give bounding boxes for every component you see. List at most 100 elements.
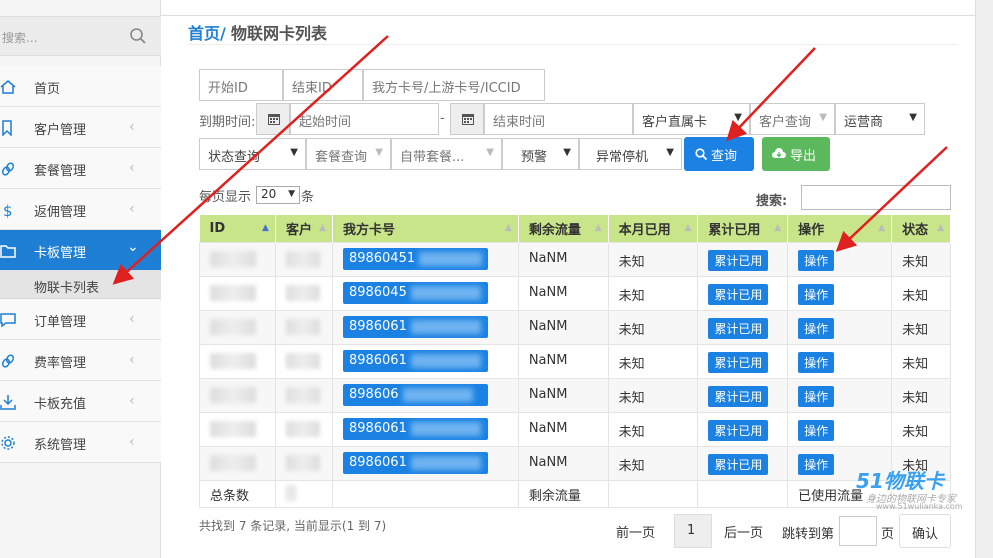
cell-total-used: 累计已用: [697, 275, 789, 311]
status-query-select[interactable]: 状态查询 ▼: [199, 138, 306, 170]
end-date-calendar[interactable]: [450, 103, 484, 135]
cell-action: 操作: [787, 275, 893, 311]
column-header-customer[interactable]: 客户 ▲: [275, 215, 333, 242]
total-used-button[interactable]: 累计已用: [708, 419, 769, 441]
end-time-input[interactable]: 结束时间: [484, 103, 633, 135]
blurred-value: [210, 420, 256, 437]
start-date-calendar[interactable]: [256, 103, 290, 135]
card-number-link[interactable]: 89860451: [342, 247, 488, 270]
column-header-card-number[interactable]: 我方卡号 ▲: [332, 215, 519, 242]
cell-customer: [274, 377, 333, 413]
package-query-select[interactable]: 套餐查询 ▼: [306, 138, 391, 170]
search-icon[interactable]: [129, 27, 147, 45]
total-used-button[interactable]: 累计已用: [708, 317, 769, 339]
table-search-input[interactable]: [801, 185, 951, 210]
link-icon: [1, 162, 15, 176]
card-number-link[interactable]: 898606: [342, 383, 488, 406]
card-number-link[interactable]: 8986061: [342, 417, 488, 440]
operate-button[interactable]: 操作: [798, 453, 835, 475]
start-time-input[interactable]: 起始时间: [290, 103, 439, 135]
cell-month-used: 未知: [607, 377, 699, 413]
card-number-link[interactable]: 8986061: [342, 315, 488, 338]
column-header-total-used[interactable]: 累计已用 ▲: [697, 215, 789, 242]
sidebar-search[interactable]: 搜索...: [0, 16, 161, 56]
sidebar-item-recharge[interactable]: 卡板充值 ‹: [0, 381, 161, 422]
table-row[interactable]: 8986061 NaNM 未知 累计已用 操作 未知: [199, 309, 951, 345]
start-id-input[interactable]: 开始ID: [199, 69, 283, 101]
customer-query-select[interactable]: 客户查询 ▼: [750, 103, 835, 135]
total-used-button[interactable]: 累计已用: [708, 283, 769, 305]
sort-icon: ▲: [774, 223, 782, 233]
operate-button[interactable]: 操作: [798, 249, 835, 271]
card-number-input[interactable]: 我方卡号/上游卡号/ICCID: [363, 69, 545, 101]
warning-select[interactable]: 预警 ▼: [502, 138, 579, 170]
table-row[interactable]: 898606 NaNM 未知 累计已用 操作 未知: [199, 377, 951, 413]
total-used-button[interactable]: 累计已用: [708, 453, 769, 475]
customer-query-select-value: 客户查询: [759, 115, 812, 130]
operate-button[interactable]: 操作: [798, 419, 835, 441]
card-number-link[interactable]: 8986045: [342, 281, 488, 304]
cell-remaining: NaNM: [517, 411, 609, 447]
cell-customer: [274, 445, 333, 481]
operate-button[interactable]: 操作: [798, 385, 835, 407]
customer-card-select[interactable]: 客户直属卡 ▼: [633, 103, 750, 135]
column-header-month-used[interactable]: 本月已用 ▲: [608, 215, 699, 242]
operate-button[interactable]: 操作: [798, 351, 835, 373]
total-used-button[interactable]: 累计已用: [708, 249, 769, 271]
cell-remaining: NaNM: [517, 241, 609, 277]
caret-down-icon: ▼: [563, 147, 571, 158]
customer-card-select-value: 客户直属卡: [642, 115, 708, 130]
cell-remaining: NaNM: [517, 377, 609, 413]
operator-select[interactable]: 运营商 ▼: [835, 103, 925, 135]
sidebar-subitem-card-list[interactable]: 物联卡列表: [0, 271, 161, 299]
card-number-link[interactable]: 8986061: [342, 349, 488, 372]
query-button[interactable]: 查询: [684, 137, 754, 171]
column-header-remaining[interactable]: 剩余流量 ▲: [518, 215, 609, 242]
card-number-text: 8986061: [348, 455, 407, 470]
abnormal-stop-select[interactable]: 异常停机 ▼: [579, 138, 682, 170]
breadcrumb-home[interactable]: 首页: [188, 24, 220, 43]
table-row[interactable]: 8986045 NaNM 未知 累计已用 操作 未知: [199, 275, 951, 311]
cell-month-used: 未知: [607, 445, 699, 481]
sort-asc-icon: ▲: [262, 223, 269, 233]
home-icon: [0, 80, 16, 94]
cell-remaining: NaNM: [517, 445, 609, 481]
prev-page-button[interactable]: 前一页: [604, 514, 674, 548]
operate-button[interactable]: 操作: [798, 317, 835, 339]
export-button[interactable]: 导出: [762, 137, 830, 171]
sidebar-item-system[interactable]: 系统管理 ‹: [0, 422, 161, 463]
column-header-id[interactable]: ID ▲: [199, 215, 276, 242]
table-row[interactable]: 89860451 NaNM 未知 累计已用 操作 未知: [199, 241, 951, 277]
cell-status: 未知: [891, 309, 951, 345]
sidebar-item-customers[interactable]: 客户管理 ‹: [0, 107, 161, 148]
sidebar-item-commission[interactable]: $ 返佣管理 ‹: [0, 189, 161, 230]
sidebar-item-home[interactable]: 首页: [0, 66, 161, 107]
sidebar-item-rates[interactable]: 费率管理 ‹: [0, 340, 161, 381]
blurred-value: [285, 352, 320, 369]
column-header-action[interactable]: 操作 ▲: [787, 215, 893, 242]
caret-down-icon: ▼: [290, 147, 298, 158]
jump-page-input[interactable]: [839, 516, 877, 546]
confirm-jump-button[interactable]: 确认: [899, 514, 951, 548]
own-package-select[interactable]: 自带套餐... ▼: [391, 138, 502, 170]
table-row[interactable]: 8986061 NaNM 未知 累计已用 操作 未知: [199, 411, 951, 447]
sidebar-item-cards[interactable]: 卡板管理 ⌄: [0, 230, 161, 271]
page-1-button[interactable]: 1: [674, 514, 712, 548]
table-row[interactable]: 8986061 NaNM 未知 累计已用 操作 未知: [199, 445, 951, 481]
cell-total-used: 累计已用: [697, 411, 789, 447]
table-footer-row: 总条数 剩余流量 已使用流量: [199, 479, 951, 508]
sidebar-item-orders[interactable]: 订单管理 ‹: [0, 299, 161, 340]
sidebar-item-packages[interactable]: 套餐管理 ‹: [0, 148, 161, 189]
top-bar: [161, 0, 993, 16]
total-used-button[interactable]: 累计已用: [708, 351, 769, 373]
card-number-link[interactable]: 8986061: [342, 451, 488, 474]
cell-id: [199, 445, 276, 481]
column-header-status[interactable]: 状态 ▲: [891, 215, 951, 242]
operate-button[interactable]: 操作: [798, 283, 835, 305]
table-row[interactable]: 8986061 NaNM 未知 累计已用 操作 未知: [199, 343, 951, 379]
cell-action: 操作: [787, 309, 893, 345]
end-id-input[interactable]: 结束ID: [283, 69, 363, 101]
total-used-button[interactable]: 累计已用: [708, 385, 769, 407]
per-page-select[interactable]: 20 ▼: [256, 186, 300, 204]
next-page-button[interactable]: 后一页: [712, 514, 778, 548]
